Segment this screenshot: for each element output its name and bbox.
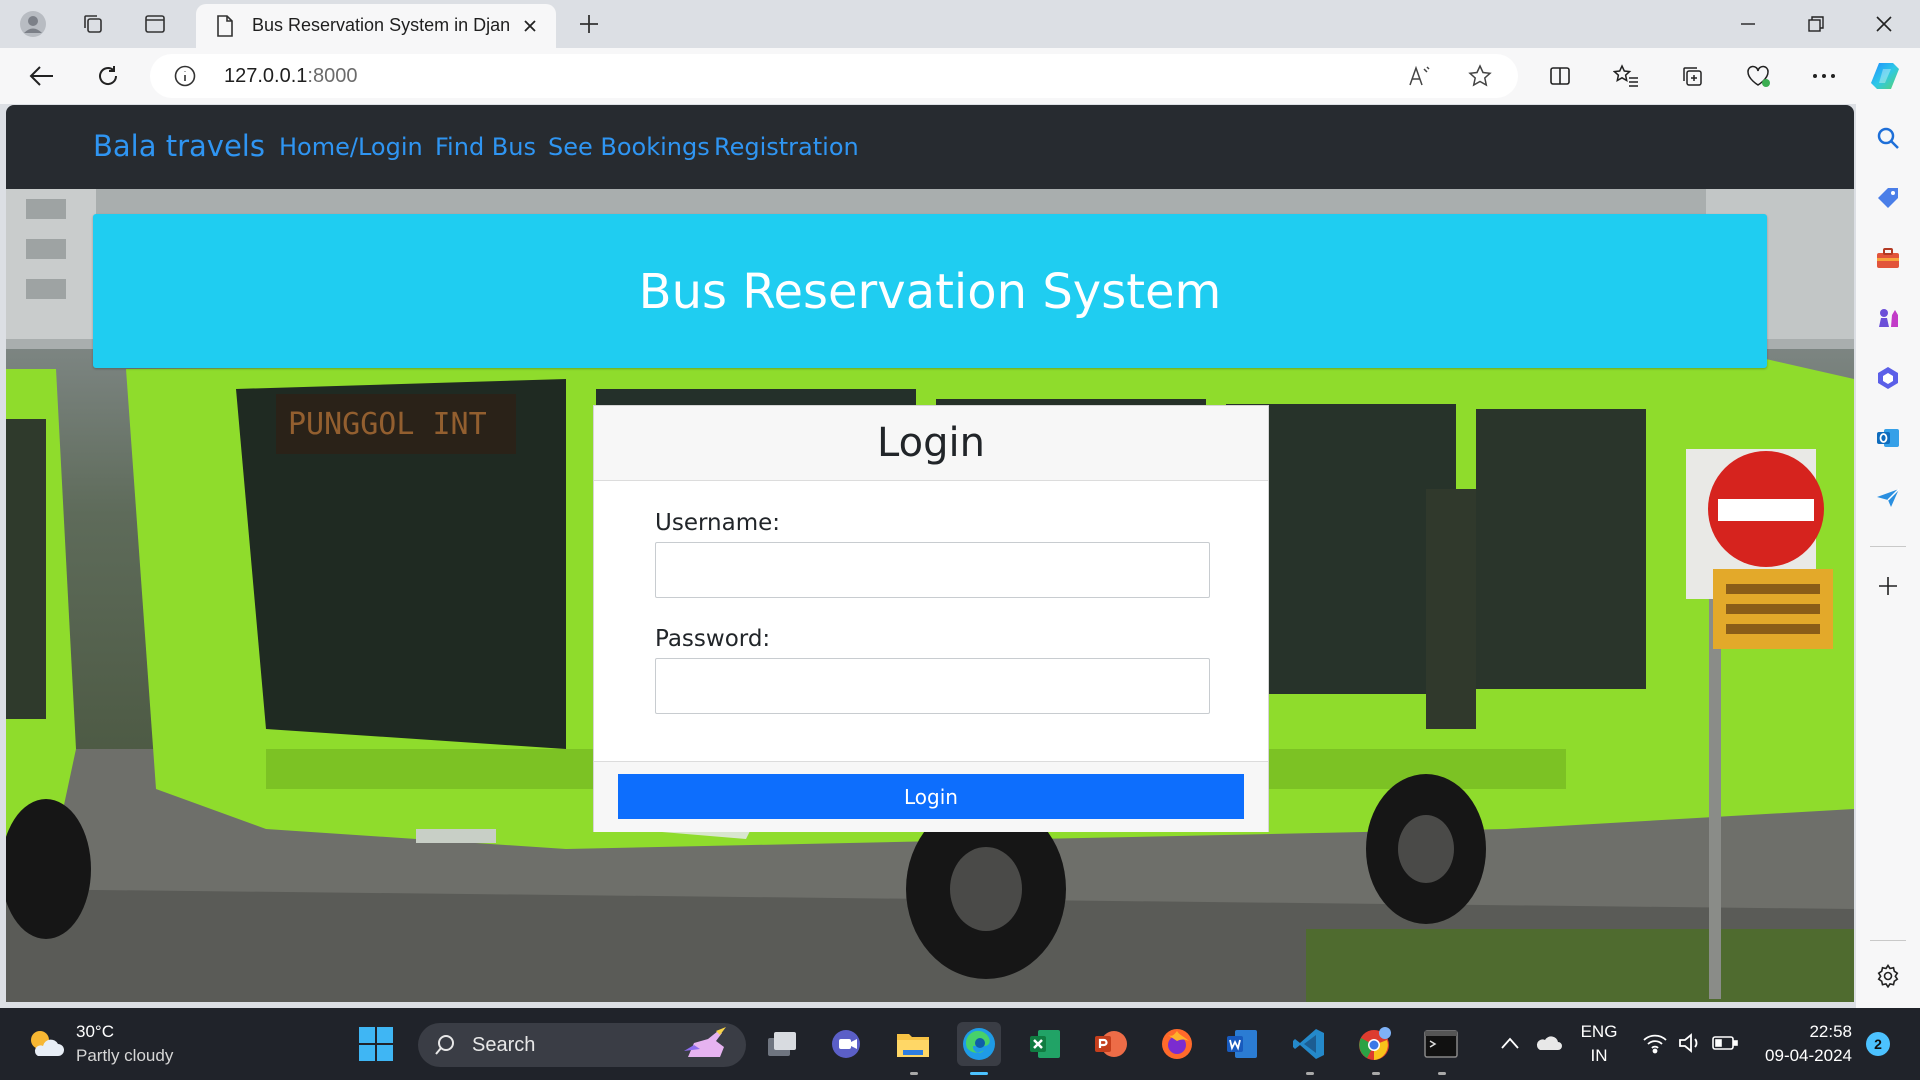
sidebar-divider-bottom — [1870, 940, 1906, 941]
outlook-icon[interactable] — [1872, 422, 1904, 454]
login-card-header: Login — [594, 406, 1268, 481]
running-indicator-chrome — [1372, 1072, 1380, 1075]
active-tab[interactable]: Bus Reservation System in Django — [196, 4, 556, 48]
windows-start-icon[interactable] — [358, 1026, 394, 1067]
tools-briefcase-icon[interactable] — [1872, 242, 1904, 274]
excel-icon[interactable] — [1023, 1022, 1067, 1066]
wifi-icon[interactable] — [1642, 1032, 1668, 1059]
edge-browser-icon[interactable] — [957, 1022, 1001, 1066]
favorites-icon[interactable] — [1606, 56, 1646, 96]
nav-find-bus[interactable]: Find Bus — [435, 133, 536, 161]
volume-icon[interactable] — [1678, 1032, 1702, 1059]
page-title: Bus Reservation System — [638, 264, 1222, 320]
copilot-icon[interactable] — [1866, 56, 1906, 96]
login-card-footer: Login — [594, 761, 1268, 832]
running-indicator-explorer — [910, 1072, 918, 1075]
page-icon — [216, 15, 234, 42]
send-drop-icon[interactable] — [1872, 482, 1904, 514]
brand-link[interactable]: Bala travels — [93, 129, 265, 163]
close-tab-icon[interactable] — [518, 14, 542, 38]
login-title: Login — [877, 420, 985, 466]
more-options-icon[interactable] — [1804, 56, 1844, 96]
running-indicator-vscode — [1306, 1072, 1314, 1075]
word-icon[interactable] — [1220, 1022, 1264, 1066]
weather-temperature[interactable]: 30°C — [76, 1022, 114, 1042]
read-aloud-icon[interactable] — [1408, 65, 1432, 92]
show-hidden-icons-chevron-icon[interactable] — [1500, 1036, 1520, 1055]
new-tab-icon[interactable] — [572, 7, 606, 41]
vertical-tabs-icon[interactable] — [138, 7, 172, 41]
weather-partly-cloudy-icon[interactable] — [26, 1026, 66, 1067]
chrome-icon[interactable] — [1353, 1022, 1397, 1066]
games-chess-icon[interactable] — [1872, 302, 1904, 334]
vscode-icon[interactable] — [1287, 1022, 1331, 1066]
search-icon[interactable] — [1872, 122, 1904, 154]
address-bar[interactable]: 127.0.0.1:8000 — [150, 54, 1518, 98]
onedrive-cloud-icon[interactable] — [1534, 1032, 1562, 1057]
site-info-icon[interactable] — [174, 65, 196, 92]
url-host: 127.0.0.1 — [224, 65, 308, 87]
nav-registration[interactable]: Registration — [714, 133, 859, 161]
clock-date[interactable]: 09-04-2024 — [1752, 1046, 1852, 1066]
microsoft-365-icon[interactable] — [1872, 362, 1904, 394]
password-input[interactable] — [655, 658, 1210, 714]
browser-tab-strip: Bus Reservation System in Django — [0, 0, 1920, 48]
search-placeholder: Search — [472, 1034, 536, 1056]
nav-home-login[interactable]: Home/Login — [279, 133, 423, 161]
firefox-icon[interactable] — [1155, 1022, 1199, 1066]
minimize-icon[interactable] — [1718, 6, 1778, 42]
weather-description[interactable]: Partly cloudy — [76, 1046, 173, 1066]
close-window-icon[interactable] — [1854, 6, 1914, 42]
nav-see-bookings[interactable]: See Bookings — [548, 133, 710, 161]
split-screen-icon[interactable] — [1540, 56, 1580, 96]
browser-essentials-icon[interactable] — [1738, 56, 1778, 96]
tab-title: Bus Reservation System in Django — [252, 15, 510, 35]
sidebar-divider — [1870, 546, 1906, 547]
url-text[interactable]: 127.0.0.1:8000 — [224, 65, 357, 88]
battery-icon[interactable] — [1712, 1033, 1738, 1058]
notification-count-badge[interactable]: 2 — [1866, 1032, 1890, 1056]
terminal-icon[interactable] — [1419, 1022, 1463, 1066]
jumbotron: Bus Reservation System — [93, 214, 1767, 368]
windows-taskbar: 30°C Partly cloudy Search ENG IN 22:58 0… — [0, 1008, 1920, 1080]
taskbar-search[interactable]: Search — [418, 1023, 746, 1067]
login-card: Login Username: Password: Login — [593, 405, 1269, 832]
search-magnifier-icon — [434, 1034, 456, 1061]
edge-sidebar — [1856, 104, 1920, 1008]
teams-meet-icon[interactable] — [826, 1022, 870, 1066]
browser-toolbar: 127.0.0.1:8000 — [0, 48, 1920, 104]
shopping-tag-icon[interactable] — [1872, 182, 1904, 214]
clock-time[interactable]: 22:58 — [1752, 1022, 1852, 1042]
powerpoint-icon[interactable] — [1088, 1022, 1132, 1066]
workspaces-icon[interactable] — [76, 7, 110, 41]
login-button[interactable]: Login — [618, 774, 1244, 819]
refresh-icon[interactable] — [88, 56, 128, 96]
restore-icon[interactable] — [1786, 6, 1846, 42]
running-indicator-edge — [970, 1072, 988, 1075]
page-viewport: Bala travels Home/Login Find Bus See Boo… — [6, 105, 1854, 1002]
collections-icon[interactable] — [1672, 56, 1712, 96]
region-indicator[interactable]: IN — [1578, 1046, 1620, 1066]
password-label: Password: — [655, 626, 771, 652]
url-port: :8000 — [307, 65, 358, 87]
sidebar-settings-gear-icon[interactable] — [1872, 960, 1904, 992]
unicorn-highlight-icon — [680, 1027, 740, 1068]
running-indicator-terminal — [1438, 1072, 1446, 1075]
username-label: Username: — [655, 510, 780, 536]
username-input[interactable] — [655, 542, 1210, 598]
language-indicator[interactable]: ENG — [1578, 1022, 1620, 1042]
svg-text:PUNGGOL INT: PUNGGOL INT — [288, 407, 487, 442]
site-navbar: Bala travels Home/Login Find Bus See Boo… — [6, 105, 1854, 189]
task-view-icon[interactable] — [760, 1022, 804, 1066]
profile-icon[interactable] — [16, 7, 50, 41]
back-icon[interactable] — [22, 56, 62, 96]
favorite-star-icon[interactable] — [1468, 64, 1492, 93]
file-explorer-icon[interactable] — [891, 1022, 935, 1066]
add-sidebar-app-icon[interactable] — [1872, 570, 1904, 602]
hero-background: PUNGGOL INT Bus Reservation System Login… — [6, 189, 1854, 1002]
